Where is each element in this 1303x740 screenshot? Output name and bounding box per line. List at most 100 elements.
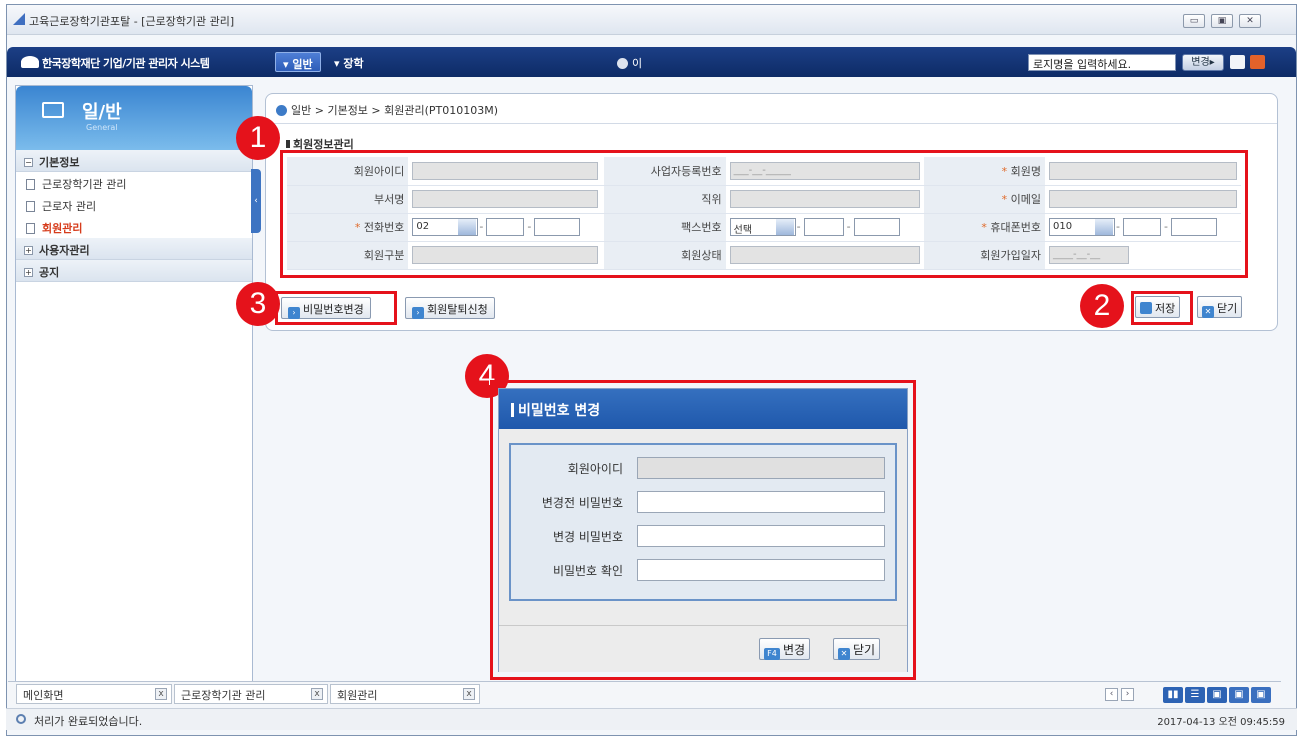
sidebar-header: 일/반 General xyxy=(16,86,252,150)
change-password-button[interactable]: › 비밀번호변경 xyxy=(281,297,371,319)
withdraw-button[interactable]: › 회원탈퇴신청 xyxy=(405,297,495,319)
window-title: 고육근로장학기관포탈 - [근로장학기관 관리] xyxy=(29,15,235,28)
required-mark: * xyxy=(354,221,364,234)
member-type-field xyxy=(412,246,599,264)
mobile-last-input[interactable] xyxy=(1170,218,1217,236)
dialog-change-button[interactable]: F4 변경 xyxy=(759,638,811,660)
member-id-field xyxy=(412,161,599,180)
name-label-cell: * 회원명 xyxy=(923,157,1045,186)
globe-icon xyxy=(276,105,287,116)
form-row: 회원아이디 사업자등록번호 ___-__-_____ * 회원명 xyxy=(287,157,1241,186)
status-text: 처리가 완료되었습니다. xyxy=(34,715,143,728)
change-password-dialog: 비밀번호 변경 회원아이디 변경전 비밀번호 변경 비밀번호 비밀번호 확인 F… xyxy=(498,388,908,672)
tab-next-icon[interactable]: › xyxy=(1121,688,1134,701)
window-tab-bar: 메인화면 x 근로장학기관 관리 x 회원관리 x xyxy=(8,681,1281,705)
position-field xyxy=(729,190,920,208)
tab-scholarship[interactable]: ▾ 장학 xyxy=(327,52,371,72)
dialog-row: 회원아이디 xyxy=(511,457,895,479)
dropdown-arrow-icon[interactable] xyxy=(1094,219,1113,235)
new-password-input[interactable] xyxy=(637,525,885,547)
sidebar-item-worker[interactable]: 근로자 관리 xyxy=(16,194,252,216)
save-button[interactable]: 저장 xyxy=(1135,296,1181,318)
close-button[interactable]: ✕ 닫기 xyxy=(1197,296,1243,318)
close-others-icon[interactable]: ▣ xyxy=(1251,687,1271,703)
bizno-label: 사업자등록번호 xyxy=(604,157,726,186)
button-label: 닫기 xyxy=(853,643,876,657)
layout-rows-icon[interactable]: ☰ xyxy=(1185,687,1205,703)
print-icon[interactable] xyxy=(1230,55,1245,69)
member-id-label: 회원아이디 xyxy=(287,157,409,186)
org-change-button[interactable]: 변경▸ xyxy=(1182,54,1224,71)
menu-group-user-mgmt[interactable]: + 사용자관리 xyxy=(16,238,252,260)
member-status-label: 회원상태 xyxy=(604,241,726,270)
member-status-field xyxy=(729,246,920,264)
maximize-button[interactable]: ▣ xyxy=(1211,14,1233,28)
monitor-icon xyxy=(42,102,64,118)
minimize-button[interactable]: ▭ xyxy=(1183,14,1205,28)
button-label: 변경 xyxy=(783,643,806,657)
org-search-input[interactable]: 로지명을 입력하세요. xyxy=(1028,54,1176,71)
item-label: 근로자 관리 xyxy=(42,200,97,213)
item-label: 회원관리 xyxy=(42,222,83,235)
phone-middle-input[interactable] xyxy=(486,218,525,236)
dialog-row: 비밀번호 확인 xyxy=(511,559,895,581)
status-datetime: 2017-04-13 오전 09:45:59 xyxy=(1157,717,1285,728)
button-label: 저장 xyxy=(1155,302,1176,315)
document-icon xyxy=(26,179,35,190)
dash: - xyxy=(1163,220,1168,233)
phone-last-input[interactable] xyxy=(534,218,581,236)
sidebar: 일/반 General − 기본정보 근로장학기관 관리 근로자 관리 회원관리 … xyxy=(15,85,253,683)
sidebar-subtitle: General xyxy=(86,123,118,132)
position-label: 직위 xyxy=(604,185,726,214)
divider xyxy=(266,123,1277,124)
confirm-password-input[interactable] xyxy=(637,559,885,581)
old-password-input[interactable] xyxy=(637,491,885,513)
tab-institution[interactable]: 근로장학기관 관리 x xyxy=(174,684,328,704)
tab-main[interactable]: 메인화면 x xyxy=(16,684,172,704)
sidebar-item-institution[interactable]: 근로장학기관 관리 xyxy=(16,172,252,194)
button-label: 닫기 xyxy=(1217,302,1238,315)
confirm-pw-label: 비밀번호 확인 xyxy=(552,564,623,578)
expand-icon: + xyxy=(24,246,33,255)
dialog-id-field xyxy=(637,457,885,479)
dropdown-arrow-icon[interactable] xyxy=(775,219,794,235)
old-pw-label: 변경전 비밀번호 xyxy=(541,496,623,510)
dialog-close-button[interactable]: ✕ 닫기 xyxy=(833,638,881,660)
fax-last-input[interactable] xyxy=(853,218,900,236)
close-window-button[interactable]: ✕ xyxy=(1239,14,1261,28)
sidebar-item-member[interactable]: 회원관리 xyxy=(16,216,252,238)
dialog-form: 회원아이디 변경전 비밀번호 변경 비밀번호 비밀번호 확인 xyxy=(509,443,897,601)
save-icon xyxy=(1140,302,1152,314)
close-tab-icon[interactable]: x xyxy=(155,688,167,700)
button-label: 비밀번호변경 xyxy=(303,303,364,316)
mobile-middle-input[interactable] xyxy=(1122,218,1161,236)
member-type-label: 회원구분 xyxy=(287,241,409,270)
layout-columns-icon[interactable]: ▮▮ xyxy=(1163,687,1183,703)
dept-label: 부서명 xyxy=(287,185,409,214)
required-mark: * xyxy=(1001,193,1011,206)
menu-group-basic-info[interactable]: − 기본정보 xyxy=(16,150,252,172)
user-info: 이 xyxy=(617,55,642,71)
tab-member[interactable]: 회원관리 x xyxy=(330,684,480,704)
tab-general[interactable]: ▾ 일반 xyxy=(275,52,321,72)
name-field xyxy=(1048,161,1237,180)
mobile-label: 휴대폰번호 xyxy=(990,221,1041,234)
fax-middle-input[interactable] xyxy=(803,218,844,236)
tab-label: 메인화면 xyxy=(23,689,64,702)
document-icon xyxy=(26,201,35,212)
title-bar: 고육근로장학기관포탈 - [근로장학기관 관리] ▭ ▣ ✕ xyxy=(7,5,1296,35)
sidebar-collapse-handle[interactable]: ‹ xyxy=(251,169,261,233)
sidebar-title: 일/반 xyxy=(82,102,122,123)
dropdown-arrow-icon[interactable] xyxy=(458,219,477,235)
phone-cell: 02- - xyxy=(408,213,605,242)
logout-icon[interactable] xyxy=(1250,55,1265,69)
layout-cascade-icon[interactable]: ▣ xyxy=(1207,687,1227,703)
close-all-icon[interactable]: ▣ xyxy=(1229,687,1249,703)
close-icon: ✕ xyxy=(838,648,850,660)
tab-prev-icon[interactable]: ‹ xyxy=(1105,688,1118,701)
close-tab-icon[interactable]: x xyxy=(463,688,475,700)
menu-group-notice[interactable]: + 공지 xyxy=(16,260,252,282)
group-label: 기본정보 xyxy=(39,156,80,169)
system-logo: 한국장학재단 기업/기관 관리자 시스템 xyxy=(21,55,210,71)
close-tab-icon[interactable]: x xyxy=(311,688,323,700)
